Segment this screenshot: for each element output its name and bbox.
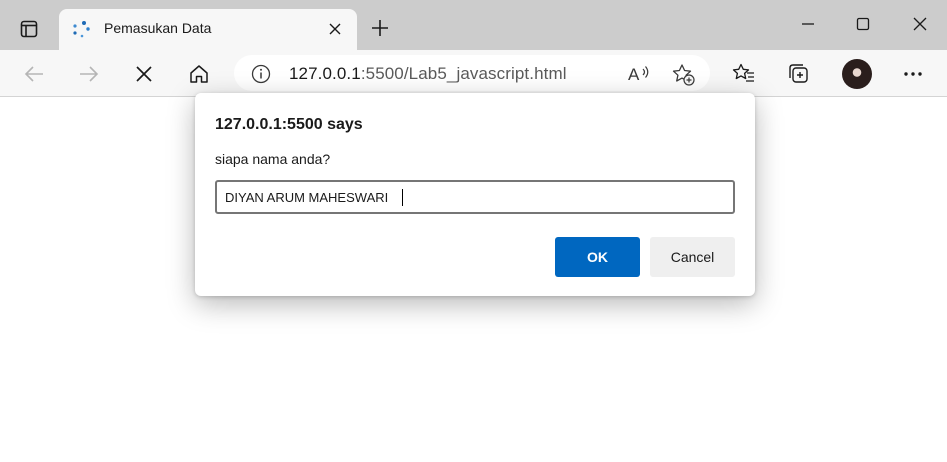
prompt-input[interactable] xyxy=(215,180,735,214)
url-text[interactable]: 127.0.0.1:5500/Lab5_javascript.html xyxy=(289,64,567,84)
tab-actions-icon[interactable] xyxy=(12,15,46,43)
tab-title: Pemasukan Data xyxy=(104,20,212,36)
read-aloud-icon[interactable]: A xyxy=(628,63,652,85)
prompt-dialog: 127.0.0.1:5500 says siapa nama anda? OK … xyxy=(195,93,755,296)
avatar[interactable] xyxy=(842,59,872,89)
dialog-title: 127.0.0.1:5500 says xyxy=(215,116,363,133)
maximize-icon[interactable] xyxy=(851,12,875,36)
dialog-message: siapa nama anda? xyxy=(215,151,331,167)
favorites-icon[interactable] xyxy=(731,61,757,87)
svg-text:A: A xyxy=(628,65,640,84)
forward-icon[interactable] xyxy=(76,61,102,87)
site-info-icon[interactable] xyxy=(251,64,271,84)
ok-button[interactable]: OK xyxy=(555,237,640,277)
back-icon[interactable] xyxy=(21,61,47,87)
home-icon[interactable] xyxy=(186,61,212,87)
close-icon[interactable] xyxy=(327,21,343,37)
new-tab-icon[interactable] xyxy=(368,16,392,40)
loading-spinner-icon xyxy=(72,20,90,38)
more-menu-icon[interactable] xyxy=(900,61,926,87)
address-bar[interactable]: 127.0.0.1:5500/Lab5_javascript.html A xyxy=(234,55,710,91)
collections-icon[interactable] xyxy=(786,61,812,87)
tab-active[interactable]: Pemasukan Data xyxy=(59,9,357,50)
tab-strip: Pemasukan Data xyxy=(0,0,947,50)
url-host: 127.0.0.1 xyxy=(289,64,361,83)
url-path: :5500/Lab5_javascript.html xyxy=(360,64,567,83)
cancel-button[interactable]: Cancel xyxy=(650,237,735,277)
minimize-icon[interactable] xyxy=(796,12,820,36)
add-favorite-icon[interactable] xyxy=(672,63,696,87)
text-caret xyxy=(402,189,403,206)
toolbar: 127.0.0.1:5500/Lab5_javascript.html A xyxy=(0,50,947,97)
stop-loading-icon[interactable] xyxy=(131,61,157,87)
window-close-icon[interactable] xyxy=(908,12,932,36)
